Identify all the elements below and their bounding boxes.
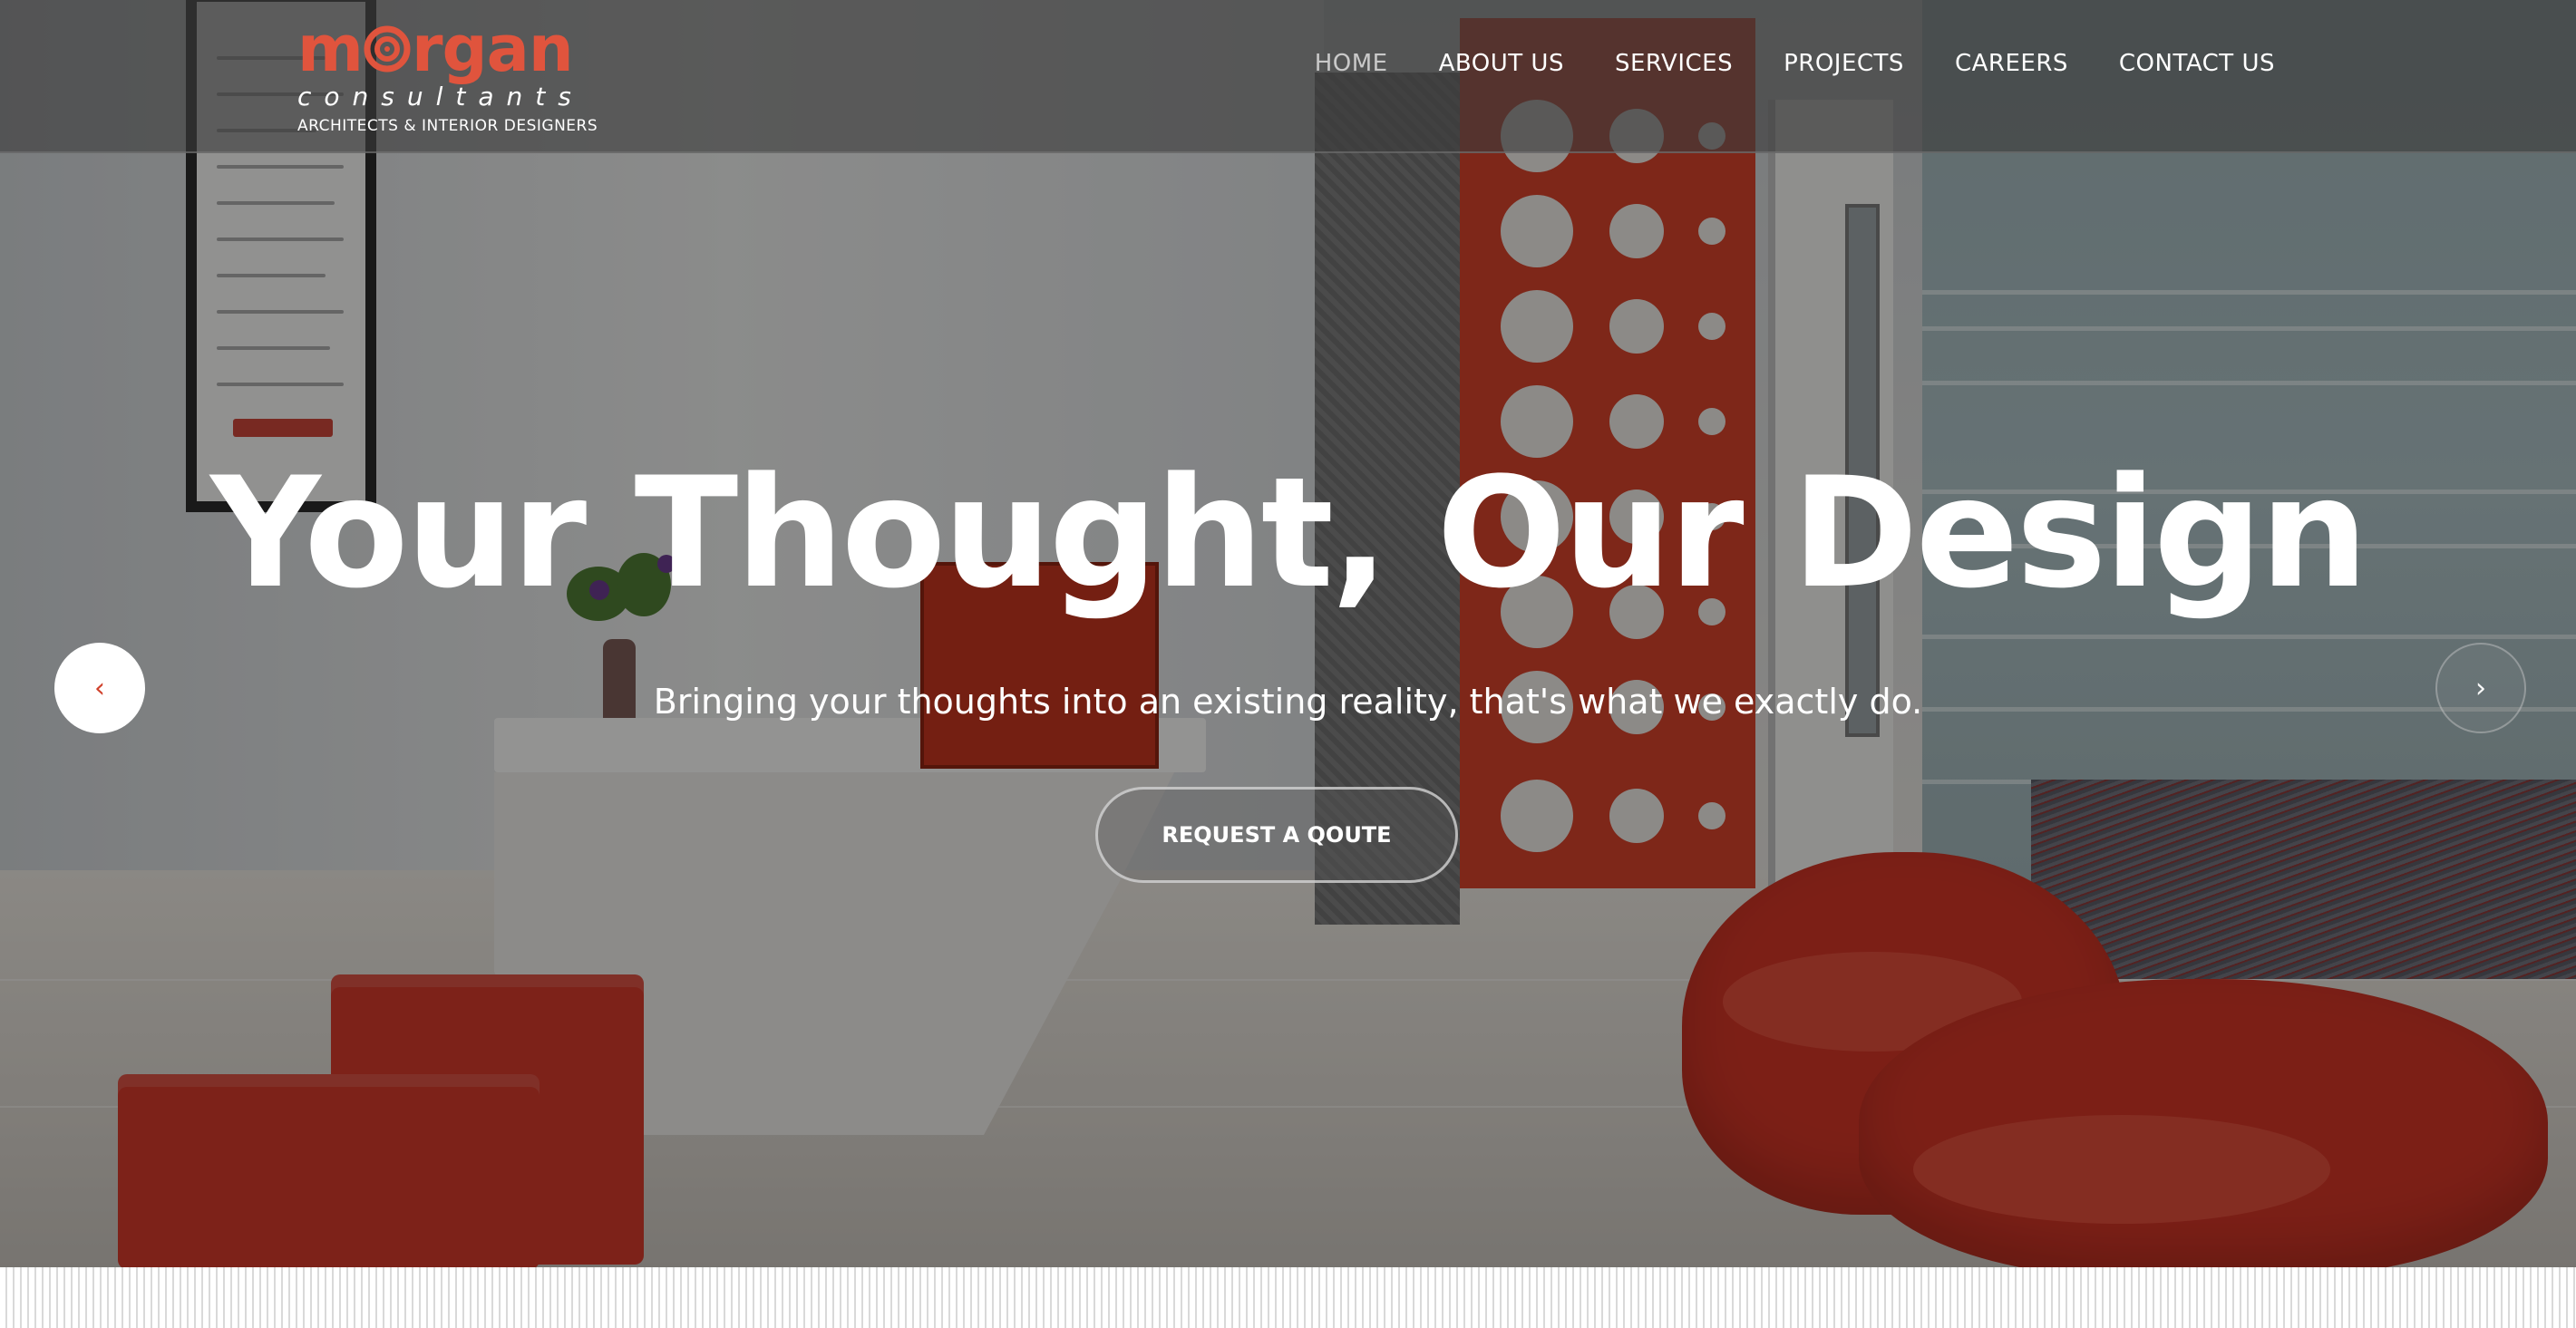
chevron-left-icon: ‹ <box>94 672 105 704</box>
hero-headline: Your Thought, Our Design <box>210 444 2368 622</box>
site-logo[interactable]: m rgan consultants ARCHITECTS & INTERIOR… <box>297 13 598 135</box>
logo-tagline: ARCHITECTS & INTERIOR DESIGNERS <box>297 117 598 135</box>
nav-contact-us[interactable]: CONTACT US <box>2119 50 2275 77</box>
nav-home[interactable]: HOME <box>1315 50 1388 77</box>
nav-about-us[interactable]: ABOUT US <box>1439 50 1564 77</box>
nav-projects[interactable]: PROJECTS <box>1784 50 1904 77</box>
logo-wordmark: m rgan <box>297 13 598 85</box>
hero-background-image <box>0 0 2576 1267</box>
logo-subtitle: consultants <box>297 82 584 111</box>
hero-dark-overlay <box>0 0 2576 1267</box>
site-header: m rgan consultants ARCHITECTS & INTERIOR… <box>0 0 2576 153</box>
chevron-right-icon: › <box>2475 672 2486 704</box>
nav-services[interactable]: SERVICES <box>1615 50 1733 77</box>
main-nav: HOME ABOUT US SERVICES PROJECTS CAREERS … <box>1264 50 2275 77</box>
request-quote-button[interactable]: REQUEST A QOUTE <box>1095 787 1458 883</box>
nav-careers[interactable]: CAREERS <box>1955 50 2068 77</box>
hero-subheadline: Bringing your thoughts into an existing … <box>653 682 1923 722</box>
slider-prev-button[interactable]: ‹ <box>54 643 145 733</box>
logo-letters: rgan <box>411 12 574 86</box>
bottom-pattern-strip <box>0 1267 2576 1328</box>
slider-next-button[interactable]: › <box>2435 643 2526 733</box>
logo-letter: m <box>297 12 364 86</box>
logo-swirl-icon <box>364 25 411 73</box>
